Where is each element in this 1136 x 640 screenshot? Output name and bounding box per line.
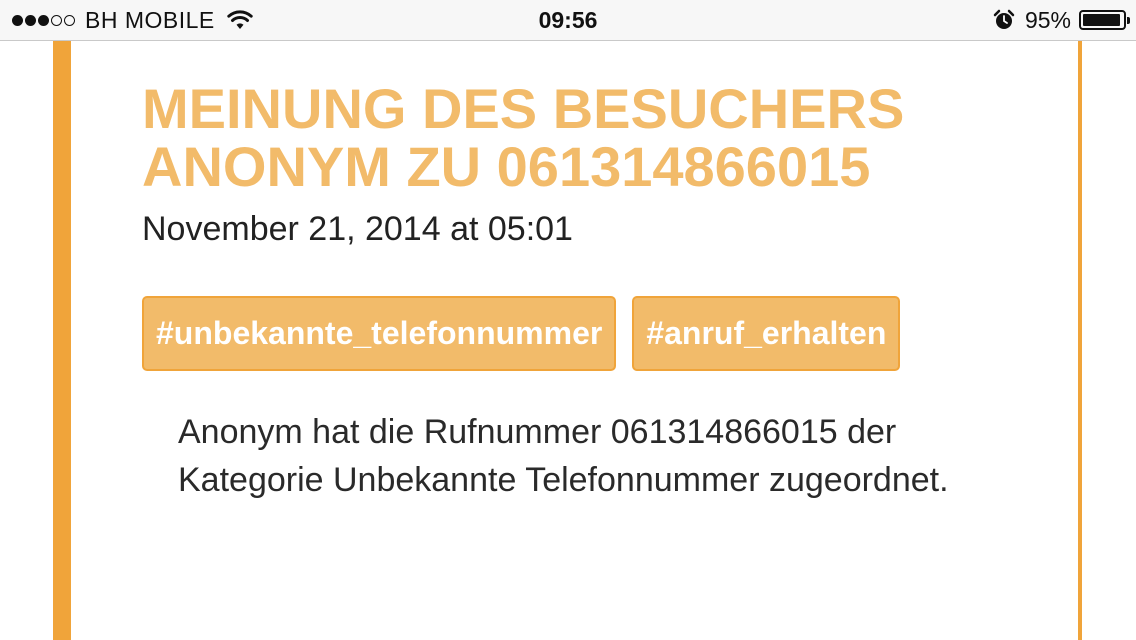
carrier-name: BH MOBILE — [85, 6, 215, 33]
tag-list: #unbekannte_telefonnummer #anruf_erhalte… — [142, 296, 916, 371]
right-accent-rail — [1078, 41, 1082, 640]
left-accent-rail — [53, 41, 71, 640]
status-right: 95% — [993, 0, 1130, 40]
signal-strength-icon — [12, 14, 77, 26]
tag-unbekannte-telefonnummer[interactable]: #unbekannte_telefonnummer — [142, 296, 617, 371]
status-left: BH MOBILE — [12, 0, 253, 40]
wifi-icon — [227, 10, 253, 29]
post-body: Anonym hat die Rufnummer 061314866015 de… — [178, 413, 949, 499]
page-title: MEINUNG DES BESUCHERS ANONYM ZU 06131486… — [142, 77, 905, 198]
post-content: MEINUNG DES BESUCHERS ANONYM ZU 06131486… — [142, 77, 1042, 499]
battery-percent: 95% — [1024, 6, 1071, 33]
tag-anruf-erhalten[interactable]: #anruf_erhalten — [632, 296, 901, 371]
alarm-icon — [993, 9, 1015, 29]
battery-icon — [1079, 10, 1130, 30]
battery-fill — [1083, 14, 1121, 26]
post-date: November 21, 2014 at 05:01 — [142, 210, 573, 248]
status-bar: BH MOBILE 09:56 95% — [0, 0, 1136, 41]
